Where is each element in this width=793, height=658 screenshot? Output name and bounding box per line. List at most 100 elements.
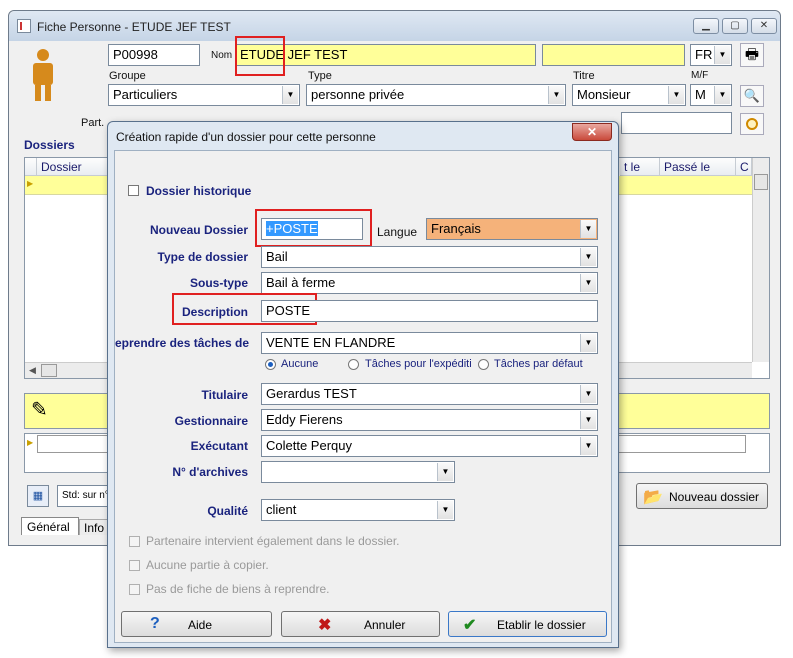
type-dossier-value: Bail (266, 249, 288, 264)
mf-select[interactable]: M ▼ (690, 84, 732, 106)
type-label: Type (308, 70, 332, 82)
description-field[interactable]: POSTE (261, 300, 598, 322)
chevron-down-icon: ▼ (580, 411, 596, 429)
part-label: Part. (81, 117, 105, 129)
lang-code-value: FR (695, 47, 713, 62)
historique-checkbox[interactable] (128, 185, 139, 196)
qualite-value: client (266, 502, 297, 517)
person-code-field[interactable]: P00998 (108, 44, 200, 66)
nom-annotation-box (235, 36, 285, 76)
historique-label: Dossier historique (146, 184, 252, 198)
radio-aucune[interactable] (265, 359, 276, 370)
folder-add-icon: 📂 (643, 489, 663, 506)
aide-label: Aide (188, 618, 213, 632)
tab-info-label: Info (84, 521, 105, 535)
sous-type-select[interactable]: Bail à ferme ▼ (261, 272, 598, 294)
executant-select[interactable]: Colette Perquy ▼ (261, 435, 598, 457)
nouveau-dossier-annotation-box (255, 209, 372, 247)
titre-value: Monsieur (577, 87, 631, 102)
reprendre-value: VENTE EN FLANDRE (266, 335, 396, 350)
main-window-title: Fiche Personne - ETUDE JEF TEST (37, 20, 231, 34)
annuler-label: Annuler (364, 618, 406, 632)
pas-de-fiche-checkbox[interactable] (129, 584, 140, 595)
tab-general-label: Général (27, 520, 70, 534)
radio-taches-expedition-label: Tâches pour l'expéditi (365, 358, 472, 370)
app-icon (17, 19, 31, 33)
langue-select[interactable]: Français ▼ (426, 218, 598, 240)
archives-select[interactable]: ▼ (261, 461, 455, 483)
col-c[interactable]: C (736, 158, 752, 176)
main-title-bar: Fiche Personne - ETUDE JEF TEST ▁ ▢ ✕ (9, 11, 780, 41)
chevron-down-icon: ▼ (437, 463, 453, 481)
nom-extra-field[interactable] (542, 44, 685, 66)
titulaire-select[interactable]: Gerardus TEST ▼ (261, 383, 598, 405)
mf-label: M/F (691, 70, 709, 81)
dialog-body: Dossier historique Nouveau Dossier +POST… (114, 150, 612, 643)
pencil-note-icon: ✎ (31, 399, 48, 421)
clock-icon[interactable] (740, 113, 764, 135)
col-t-le[interactable]: t le (620, 158, 660, 176)
chevron-down-icon: ▼ (668, 86, 684, 104)
vertical-scrollbar[interactable] (752, 158, 769, 362)
partenaire-checkbox[interactable] (129, 536, 140, 547)
nouveau-dossier-button[interactable]: 📂 Nouveau dossier (636, 483, 768, 509)
aide-button[interactable]: ? Aide (121, 611, 272, 637)
quick-dossier-dialog: Création rapide d'un dossier pour cette … (107, 121, 619, 648)
print-icon[interactable]: 🖶 (740, 43, 764, 67)
dialog-title-bar: Création rapide d'un dossier pour cette … (108, 122, 618, 150)
dossiers-label: Dossiers (24, 138, 75, 152)
chevron-down-icon: ▼ (714, 86, 730, 104)
etablir-label: Etablir le dossier (497, 618, 586, 632)
chevron-down-icon: ▼ (580, 385, 596, 403)
chevron-down-icon: ▼ (437, 501, 453, 519)
gestionnaire-select[interactable]: Eddy Fierens ▼ (261, 409, 598, 431)
type-value: personne privée (311, 87, 405, 102)
radio-taches-expedition[interactable] (348, 359, 359, 370)
type-select[interactable]: personne privée ▼ (306, 84, 566, 106)
nouveau-dossier-label: Nouveau Dossier (149, 223, 248, 237)
qualite-select[interactable]: client ▼ (261, 499, 455, 521)
langue-value: Français (431, 221, 481, 236)
chevron-down-icon: ▼ (282, 86, 298, 104)
part-field[interactable] (621, 112, 732, 134)
etablir-button[interactable]: ✔ Etablir le dossier (448, 611, 607, 637)
close-button[interactable]: ✕ (751, 18, 777, 34)
chevron-down-icon: ▼ (580, 248, 596, 266)
nouveau-dossier-label: Nouveau dossier (669, 490, 760, 504)
groupe-label: Groupe (109, 70, 146, 82)
radio-aucune-label: Aucune (281, 358, 319, 370)
partenaire-label: Partenaire intervient également dans le … (146, 534, 400, 548)
chevron-down-icon: ▼ (580, 437, 596, 455)
executant-label: Exécutant (190, 439, 248, 453)
type-dossier-select[interactable]: Bail ▼ (261, 246, 598, 268)
calc-icon[interactable]: ▦ (27, 485, 49, 507)
sous-type-label: Sous-type (189, 276, 248, 290)
cancel-x-icon: ✖ (318, 617, 332, 634)
dialog-close-button[interactable]: ✕ (572, 123, 612, 141)
col-passe-le[interactable]: Passé le (660, 158, 736, 176)
type-dossier-label: Type de dossier (157, 250, 248, 264)
reprendre-select[interactable]: VENTE EN FLANDRE ▼ (261, 332, 598, 354)
reprendre-label: eprendre des tâches de (115, 336, 250, 350)
aucune-partie-checkbox[interactable] (129, 560, 140, 571)
chevron-down-icon: ▼ (580, 220, 596, 238)
titre-select[interactable]: Monsieur ▼ (572, 84, 686, 106)
radio-taches-defaut[interactable] (478, 359, 489, 370)
tab-info[interactable]: Info (79, 519, 109, 535)
chevron-down-icon: ▼ (548, 86, 564, 104)
nom-label: Nom (211, 50, 233, 61)
minimize-button[interactable]: ▁ (693, 18, 719, 34)
row-marker-icon: ▶ (27, 179, 34, 188)
titulaire-label: Titulaire (201, 388, 248, 402)
groupe-select[interactable]: Particuliers ▼ (108, 84, 300, 106)
chevron-down-icon: ▼ (714, 46, 730, 64)
gestionnaire-value: Eddy Fierens (266, 412, 343, 427)
titulaire-value: Gerardus TEST (266, 386, 357, 401)
annuler-button[interactable]: ✖ Annuler (281, 611, 440, 637)
search-icon[interactable]: 🔍 (740, 85, 764, 107)
executant-value: Colette Perquy (266, 438, 352, 453)
maximize-button[interactable]: ▢ (722, 18, 748, 34)
lang-code-select[interactable]: FR ▼ (690, 44, 732, 66)
row-marker-icon: ▶ (27, 438, 34, 447)
tab-general[interactable]: Général (21, 517, 79, 535)
